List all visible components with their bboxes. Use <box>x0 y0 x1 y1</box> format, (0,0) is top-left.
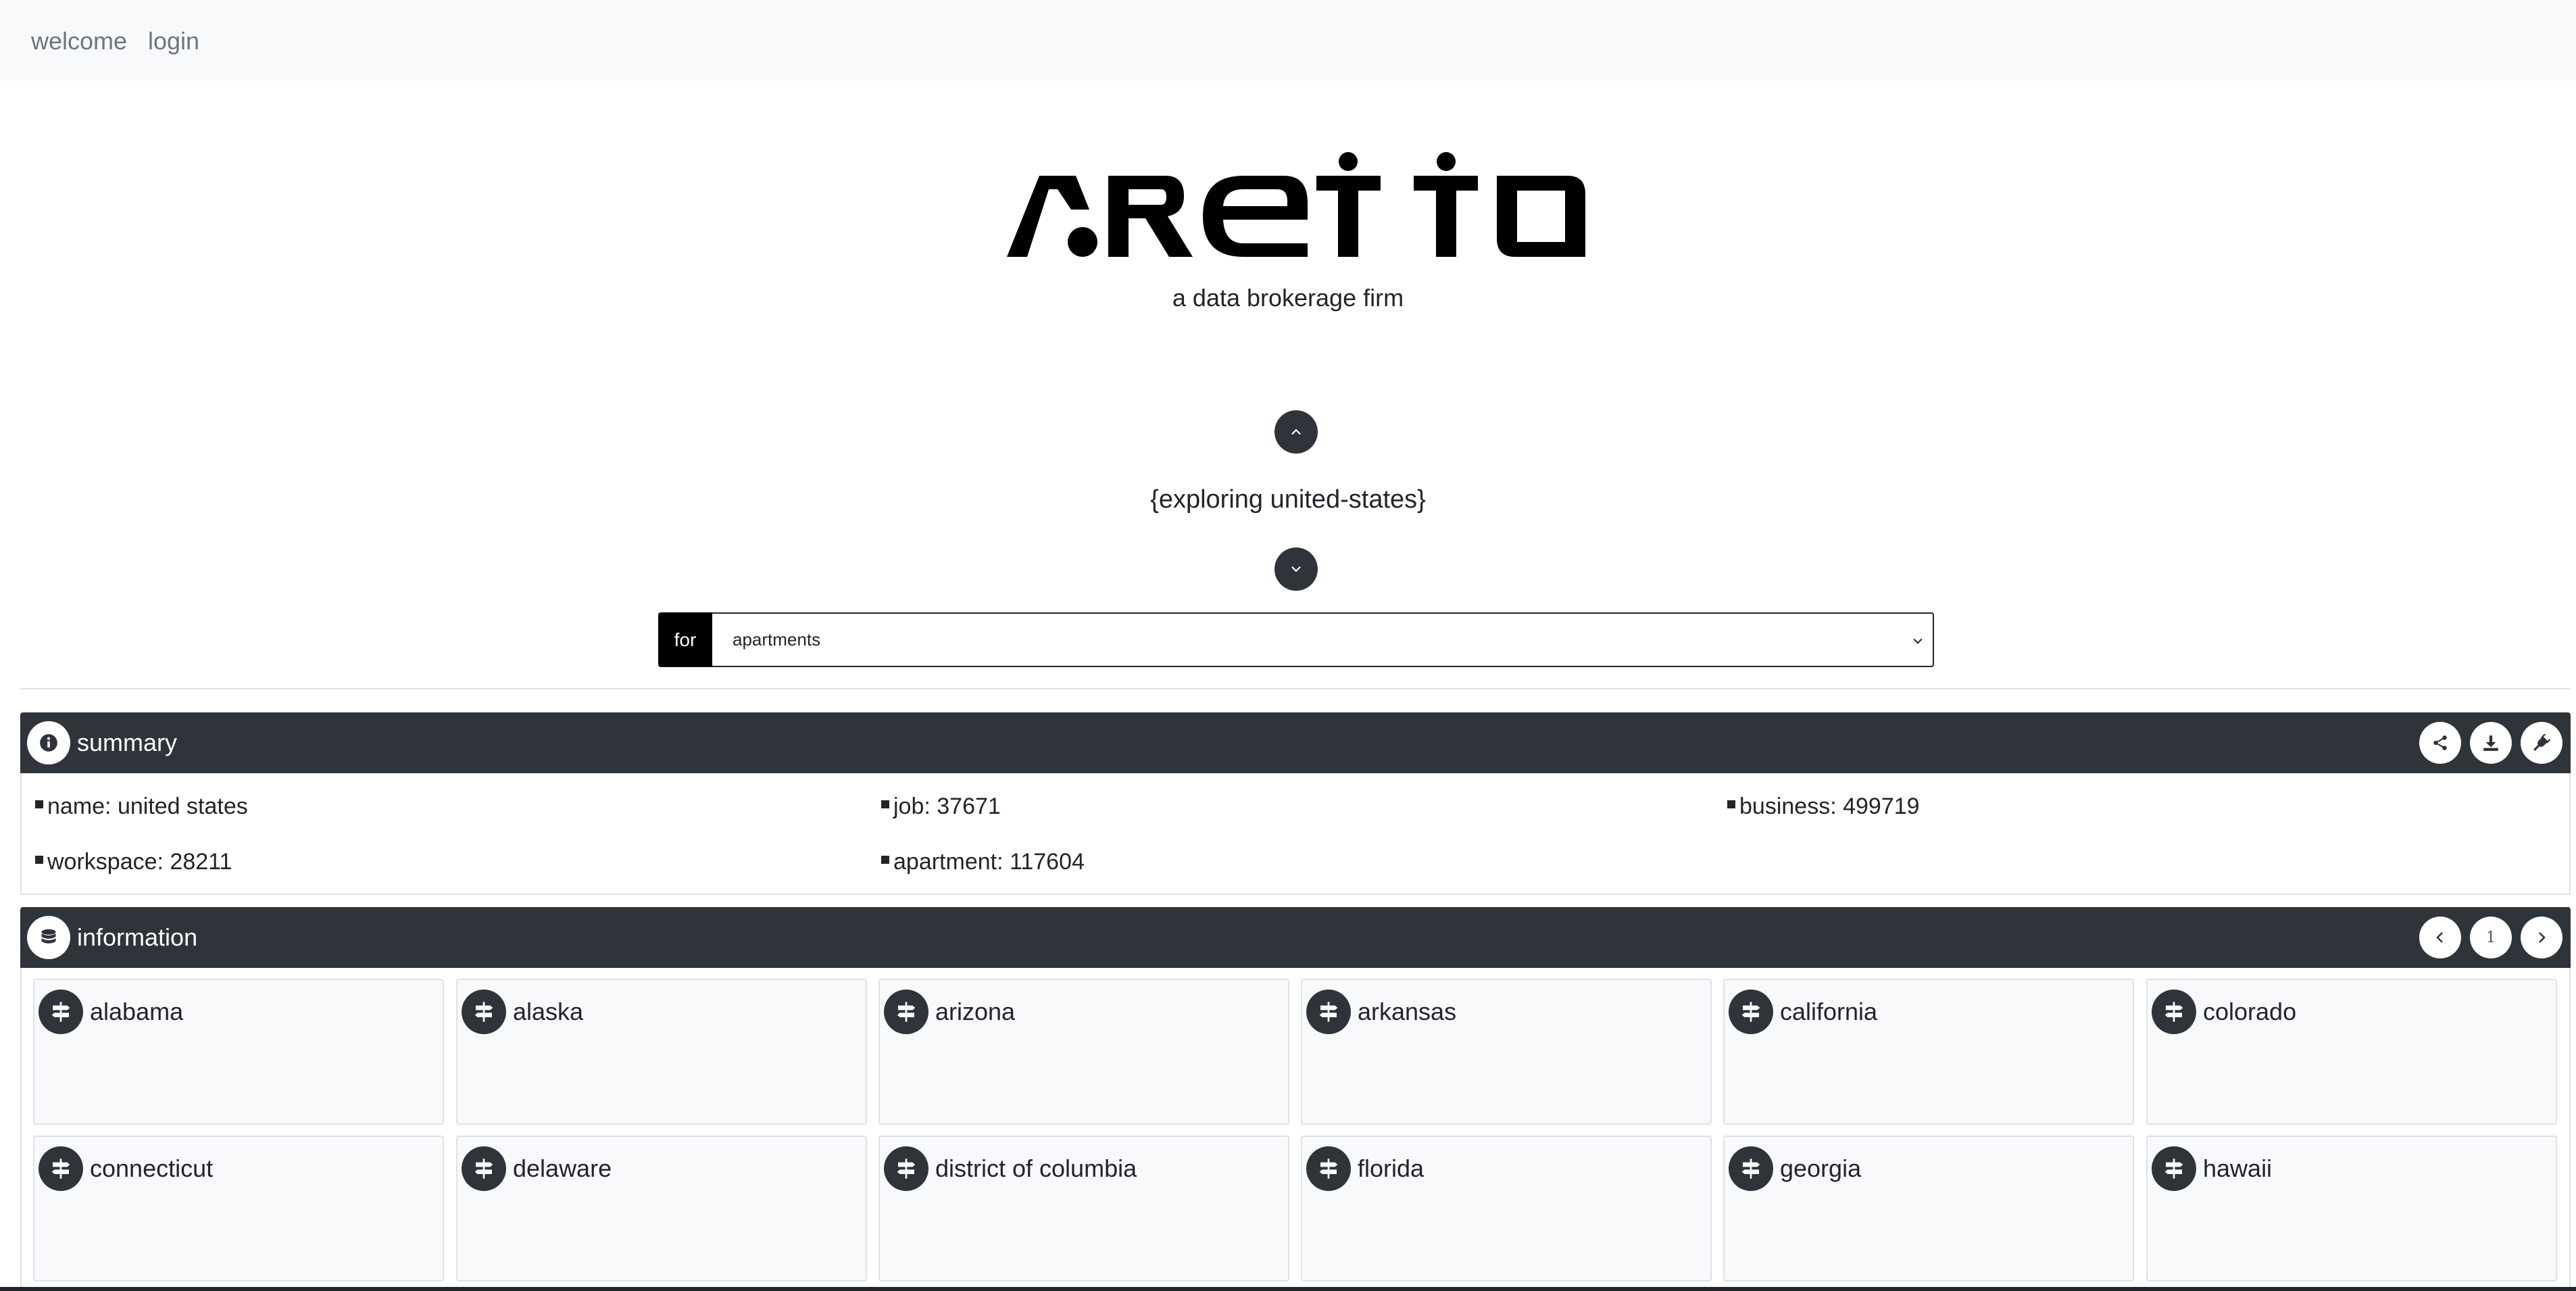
signpost-icon <box>39 1146 83 1191</box>
category-select-value: apartments <box>733 629 821 650</box>
next-page-button[interactable] <box>2521 917 2562 958</box>
state-card-label: delaware <box>513 1154 612 1182</box>
nav-link-login[interactable]: login <box>148 27 199 55</box>
filter-prefix-label: for <box>658 612 712 667</box>
prev-page-button[interactable] <box>2419 917 2461 958</box>
state-card[interactable]: florida <box>1301 1136 1712 1282</box>
state-card-label: georgia <box>1780 1154 1862 1182</box>
download-button[interactable] <box>2470 722 2512 764</box>
scroll-down-button[interactable] <box>1274 547 1318 591</box>
state-card-label: colorado <box>2203 998 2297 1025</box>
signpost-icon <box>884 990 928 1034</box>
tagline: a data brokerage firm <box>1172 284 1404 312</box>
window-bottom-edge <box>0 1287 2576 1291</box>
state-card[interactable]: district of columbia <box>878 1136 1289 1282</box>
state-card-label: arkansas <box>1358 998 1457 1025</box>
state-card-label: alabama <box>90 998 184 1025</box>
category-select[interactable]: apartments <box>712 612 1934 667</box>
summary-item-name: name: united states <box>35 794 248 820</box>
download-icon <box>2483 735 2498 751</box>
state-card[interactable]: california <box>1723 979 2134 1125</box>
state-card-label: district of columbia <box>935 1154 1137 1182</box>
signpost-icon <box>462 1146 506 1191</box>
signpost-icon <box>1729 1146 1773 1191</box>
state-card[interactable]: georgia <box>1723 1136 2134 1282</box>
top-navbar: welcome login <box>0 0 2576 80</box>
database-icon <box>27 916 70 959</box>
share-icon <box>2433 735 2447 750</box>
page-number-button[interactable]: 1 <box>2470 917 2512 958</box>
summary-title: summary <box>77 729 178 756</box>
state-card-label: hawaii <box>2203 1154 2273 1182</box>
exploring-title: {exploring united-states} <box>1150 485 1426 514</box>
aretto-logo <box>1007 152 1585 257</box>
summary-item-workspace: workspace: 28211 <box>35 849 232 875</box>
signpost-icon <box>1306 990 1351 1034</box>
scroll-up-button[interactable] <box>1274 410 1318 454</box>
state-card[interactable]: colorado <box>2146 979 2557 1125</box>
chevron-down-icon <box>1291 566 1301 573</box>
plug-icon <box>2533 734 2550 751</box>
summary-header: summary <box>20 712 2571 773</box>
chevron-right-icon <box>2539 932 2546 943</box>
state-card-label: california <box>1780 998 1878 1025</box>
share-button[interactable] <box>2419 722 2461 764</box>
state-card[interactable]: alabama <box>33 979 444 1125</box>
signpost-icon <box>1729 990 1773 1034</box>
divider <box>20 688 2571 689</box>
signpost-icon <box>2152 990 2196 1034</box>
information-title: information <box>77 923 198 951</box>
signpost-icon <box>884 1146 928 1191</box>
filter-group: for apartments <box>658 612 1934 667</box>
state-card[interactable]: arizona <box>878 979 1289 1125</box>
signpost-icon <box>1306 1146 1351 1191</box>
info-icon <box>27 721 70 764</box>
summary-item-apartment: apartment: 117604 <box>881 849 1085 875</box>
nav-link-welcome[interactable]: welcome <box>31 27 127 55</box>
chevron-up-icon <box>1291 429 1301 435</box>
state-card[interactable]: connecticut <box>33 1136 444 1282</box>
state-card[interactable]: hawaii <box>2146 1136 2557 1282</box>
state-card[interactable]: alaska <box>456 979 867 1125</box>
state-card-label: alaska <box>513 998 584 1025</box>
summary-body: name: united states job: 37671 business:… <box>20 773 2571 895</box>
state-card[interactable]: arkansas <box>1301 979 1712 1125</box>
state-card[interactable]: delaware <box>456 1136 867 1282</box>
signpost-icon <box>462 990 506 1034</box>
state-card-label: connecticut <box>90 1154 214 1182</box>
chevron-down-icon <box>1913 638 1923 644</box>
state-card-label: florida <box>1358 1154 1425 1182</box>
summary-item-job: job: 37671 <box>881 794 1001 820</box>
summary-item-business: business: 499719 <box>1727 794 1920 820</box>
signpost-icon <box>2152 1146 2196 1191</box>
state-card-label: arizona <box>935 998 1016 1025</box>
chevron-left-icon <box>2436 932 2443 943</box>
api-plug-button[interactable] <box>2521 722 2562 764</box>
signpost-icon <box>39 990 83 1034</box>
information-header: information 1 <box>20 907 2571 968</box>
